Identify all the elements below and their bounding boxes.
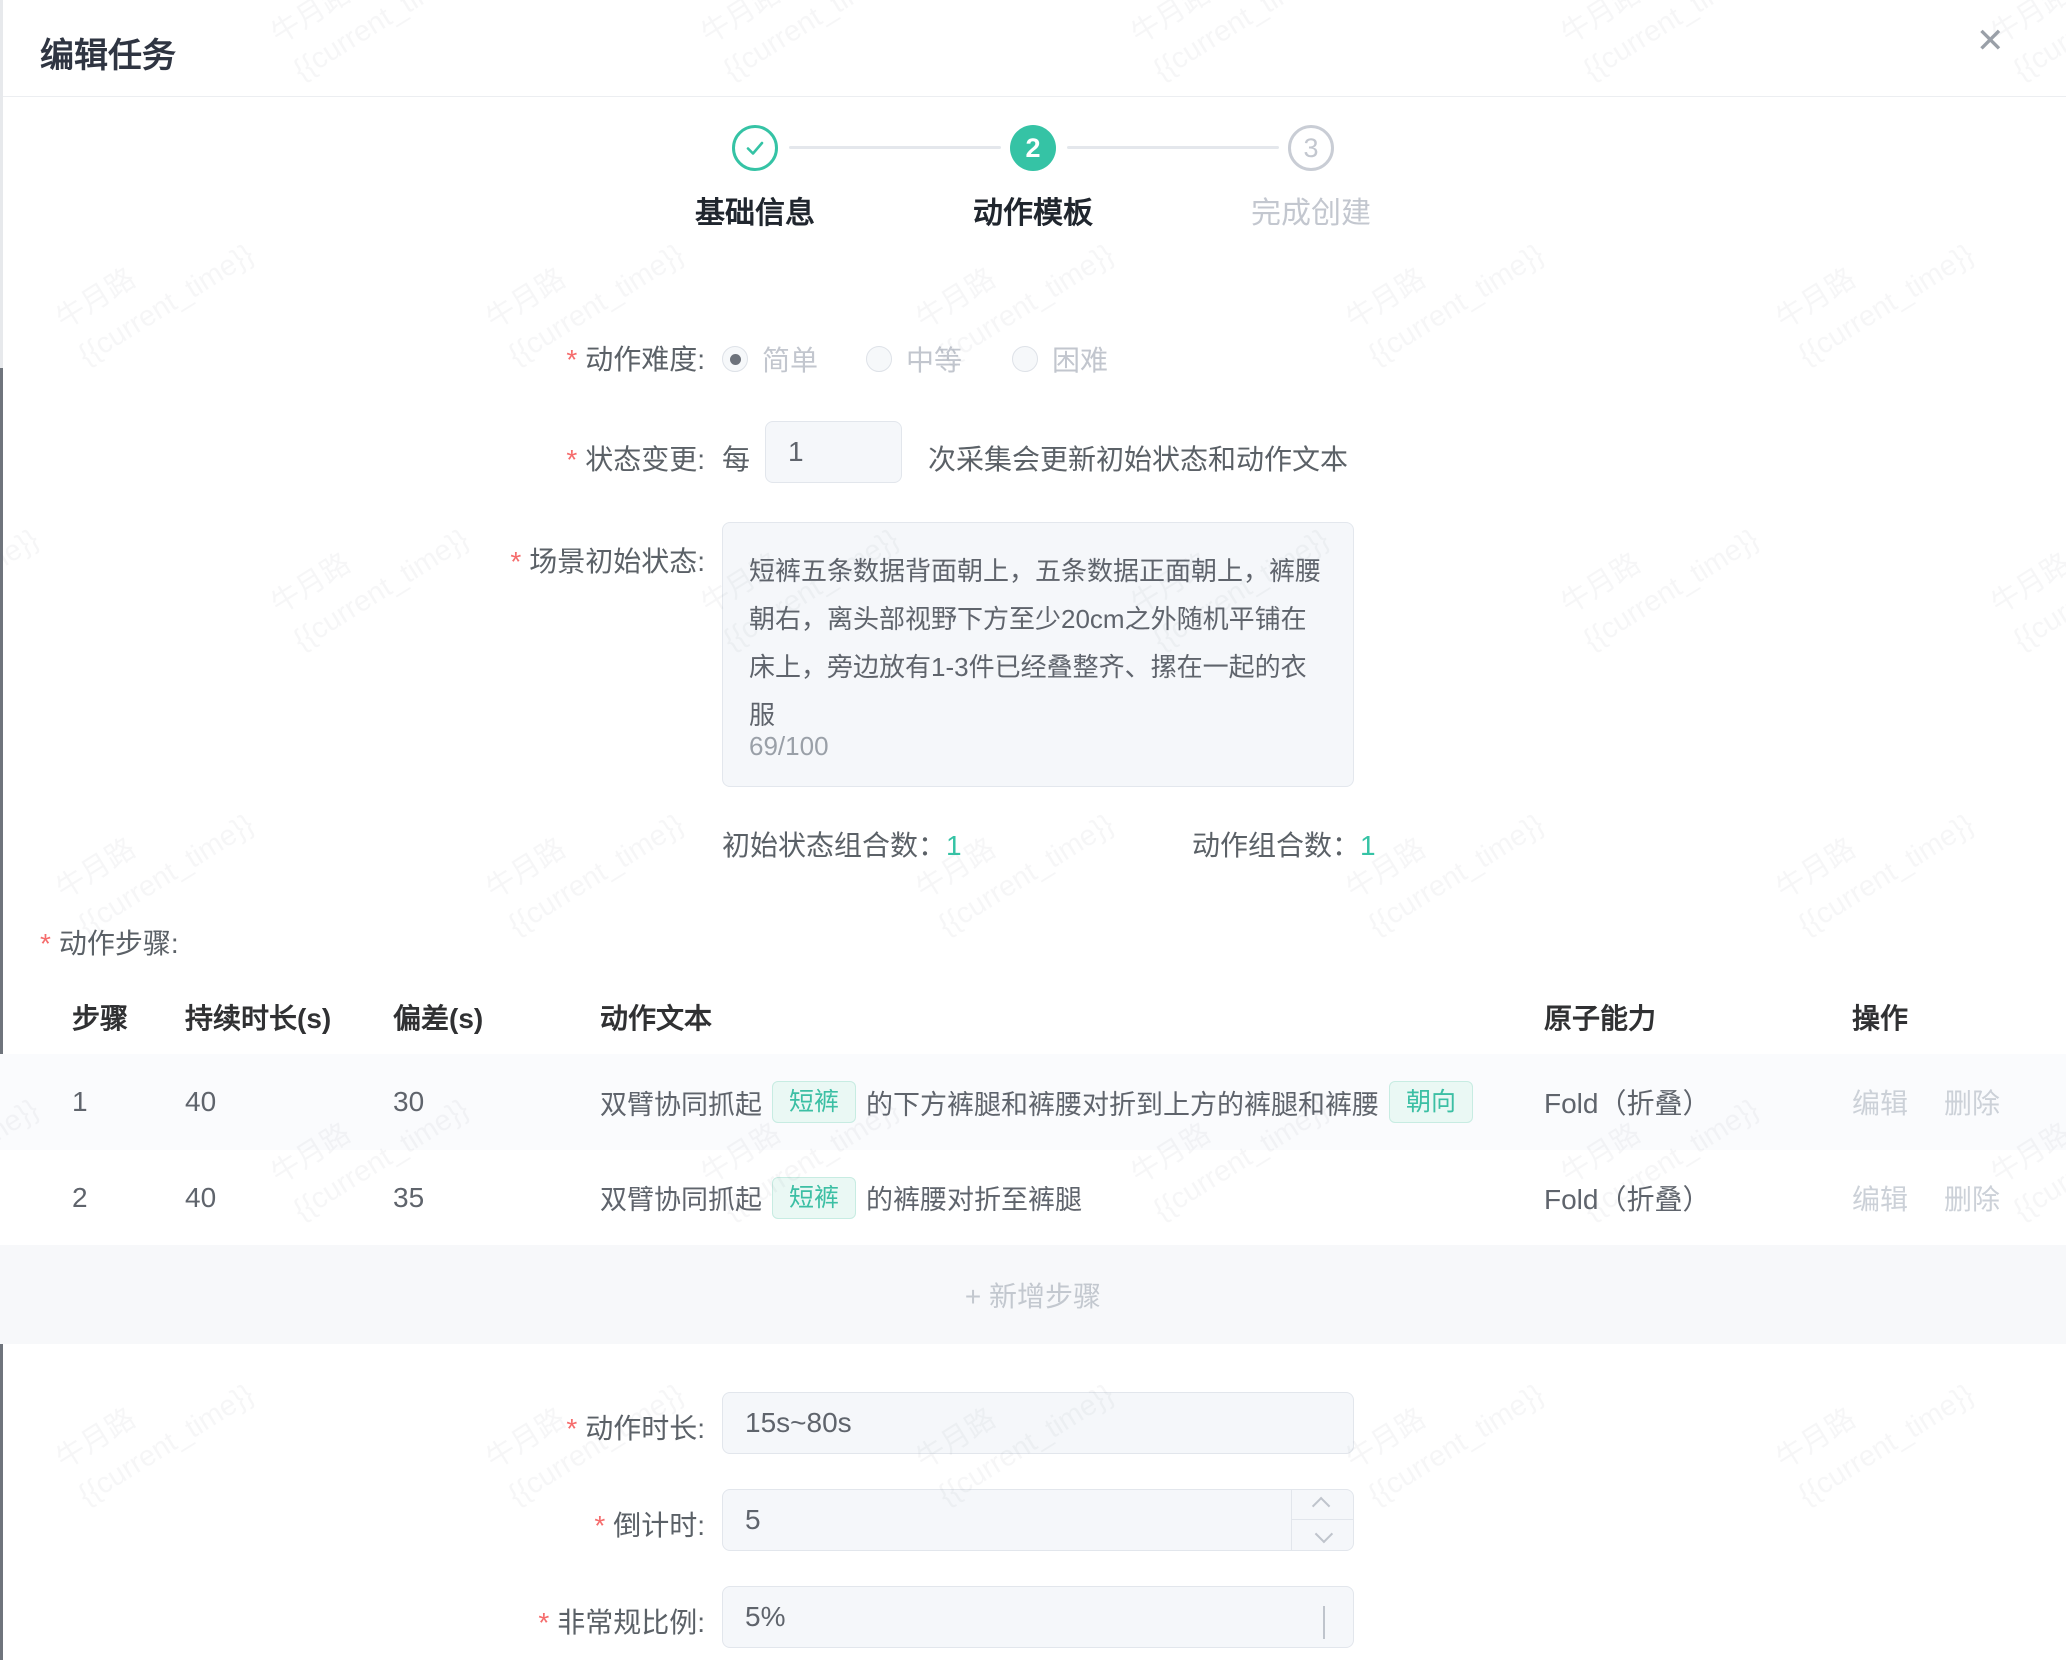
state-change-suffix: 次采集会更新初始状态和动作文本 xyxy=(928,438,1348,478)
spinner-down-button[interactable] xyxy=(1292,1520,1353,1550)
col-text: 动作文本 xyxy=(600,980,712,1054)
number-spinner xyxy=(1291,1490,1353,1550)
col-actions: 操作 xyxy=(1852,980,1908,1054)
cell-step: 1 xyxy=(72,1054,88,1150)
step-connector-1 xyxy=(789,146,1001,149)
radio-option-medium[interactable]: 中等 xyxy=(866,339,962,379)
step-2-circle: 2 xyxy=(1010,125,1056,171)
table-row: 2 40 35 双臂协同抓起短裤的裤腰对折至裤腿 Fold（折叠） 编辑 删除 xyxy=(0,1150,2066,1246)
step-3-number: 3 xyxy=(1303,133,1318,164)
countdown-label: *倒计时: xyxy=(0,1504,705,1544)
spinner-up-button[interactable] xyxy=(1292,1490,1353,1520)
delete-link[interactable]: 删除 xyxy=(1944,1178,2000,1218)
radio-option-hard[interactable]: 困难 xyxy=(1012,339,1108,379)
step-3-circle: 3 xyxy=(1288,125,1334,171)
radio-label-hard: 困难 xyxy=(1052,339,1108,379)
tag-orientation: 朝向 xyxy=(1389,1081,1473,1123)
window-left-edge-top xyxy=(0,0,3,368)
cell-action-text: 双臂协同抓起短裤的裤腰对折至裤腿 xyxy=(600,1150,1082,1245)
col-ability: 原子能力 xyxy=(1544,980,1656,1054)
state-change-input[interactable]: 1 xyxy=(765,421,902,483)
action-combo-value: 1 xyxy=(1360,830,1376,861)
dialog-title: 编辑任务 xyxy=(40,28,176,77)
step-connector-2 xyxy=(1067,146,1279,149)
edit-link[interactable]: 编辑 xyxy=(1852,1082,1908,1122)
initial-combo-value: 1 xyxy=(946,830,962,861)
initial-combo-count: 初始状态组合数：1 xyxy=(722,824,962,864)
delete-link[interactable]: 删除 xyxy=(1944,1082,2000,1122)
chevron-down-icon xyxy=(1323,1608,1325,1640)
radio-label-medium: 中等 xyxy=(906,339,962,379)
col-step: 步骤 xyxy=(72,980,128,1054)
cell-step: 2 xyxy=(72,1150,88,1245)
cell-duration: 40 xyxy=(185,1054,216,1150)
cell-deviation: 35 xyxy=(393,1150,424,1245)
dialog-header xyxy=(0,0,2066,97)
table-header-row: 步骤 持续时长(s) 偏差(s) 动作文本 原子能力 操作 xyxy=(0,980,2066,1055)
radio-circle-selected[interactable] xyxy=(722,346,748,372)
duration-input[interactable]: 15s~80s xyxy=(722,1392,1354,1454)
unconventional-label: *非常规比例: xyxy=(0,1601,705,1641)
cell-ability: Fold（折叠） xyxy=(1544,1150,1710,1245)
duration-label: *动作时长: xyxy=(0,1407,705,1447)
close-icon[interactable]: ✕ xyxy=(1976,24,2005,58)
cell-ability: Fold（折叠） xyxy=(1544,1054,1710,1150)
state-change-label: *状态变更: xyxy=(0,438,705,478)
required-asterisk: * xyxy=(566,344,577,375)
tag-object: 短裤 xyxy=(772,1177,856,1219)
chevron-down-icon xyxy=(1315,1524,1333,1542)
difficulty-label: *动作难度: xyxy=(0,338,705,378)
step-3-label: 完成创建 xyxy=(1181,188,1441,232)
radio-option-easy[interactable]: 简单 xyxy=(722,339,818,379)
radio-label-easy: 简单 xyxy=(762,339,818,379)
step-1-circle xyxy=(732,125,778,171)
chevron-up-icon xyxy=(1312,1497,1330,1515)
cell-action-text: 双臂协同抓起短裤的下方裤腿和裤腰对折到上方的裤腿和裤腰朝向 xyxy=(600,1054,1483,1150)
cell-duration: 40 xyxy=(185,1150,216,1245)
tag-object: 短裤 xyxy=(772,1081,856,1123)
cell-deviation: 30 xyxy=(393,1054,424,1150)
initial-state-text: 短裤五条数据背面朝上，五条数据正面朝上，裤腰朝右，离头部视野下方至少20cm之外… xyxy=(749,556,1321,730)
action-steps-label: *动作步骤: xyxy=(40,922,179,962)
cell-actions: 编辑 删除 xyxy=(1852,1054,2036,1150)
radio-circle-unselected[interactable] xyxy=(866,346,892,372)
state-change-prefix: 每 xyxy=(722,438,750,478)
add-step-button[interactable]: + 新增步骤 xyxy=(0,1245,2066,1344)
initial-state-textarea[interactable]: 短裤五条数据背面朝上，五条数据正面朝上，裤腰朝右，离头部视野下方至少20cm之外… xyxy=(722,522,1354,787)
initial-state-label: *场景初始状态: xyxy=(0,540,705,580)
check-icon xyxy=(743,136,767,160)
cell-actions: 编辑 删除 xyxy=(1852,1150,2036,1245)
table-row: 1 40 30 双臂协同抓起短裤的下方裤腿和裤腰对折到上方的裤腿和裤腰朝向 Fo… xyxy=(0,1054,2066,1151)
radio-circle-unselected[interactable] xyxy=(1012,346,1038,372)
step-2-label: 动作模板 xyxy=(903,188,1163,232)
action-combo-count: 动作组合数：1 xyxy=(1192,824,1376,864)
step-2-number: 2 xyxy=(1025,133,1040,164)
edit-link[interactable]: 编辑 xyxy=(1852,1178,1908,1218)
char-counter: 69/100 xyxy=(749,722,829,770)
col-duration: 持续时长(s) xyxy=(185,980,331,1054)
unconventional-select[interactable]: 5% xyxy=(722,1586,1354,1648)
step-1-label: 基础信息 xyxy=(625,188,885,232)
col-deviation: 偏差(s) xyxy=(393,980,483,1054)
countdown-input[interactable]: 5 xyxy=(722,1489,1354,1551)
